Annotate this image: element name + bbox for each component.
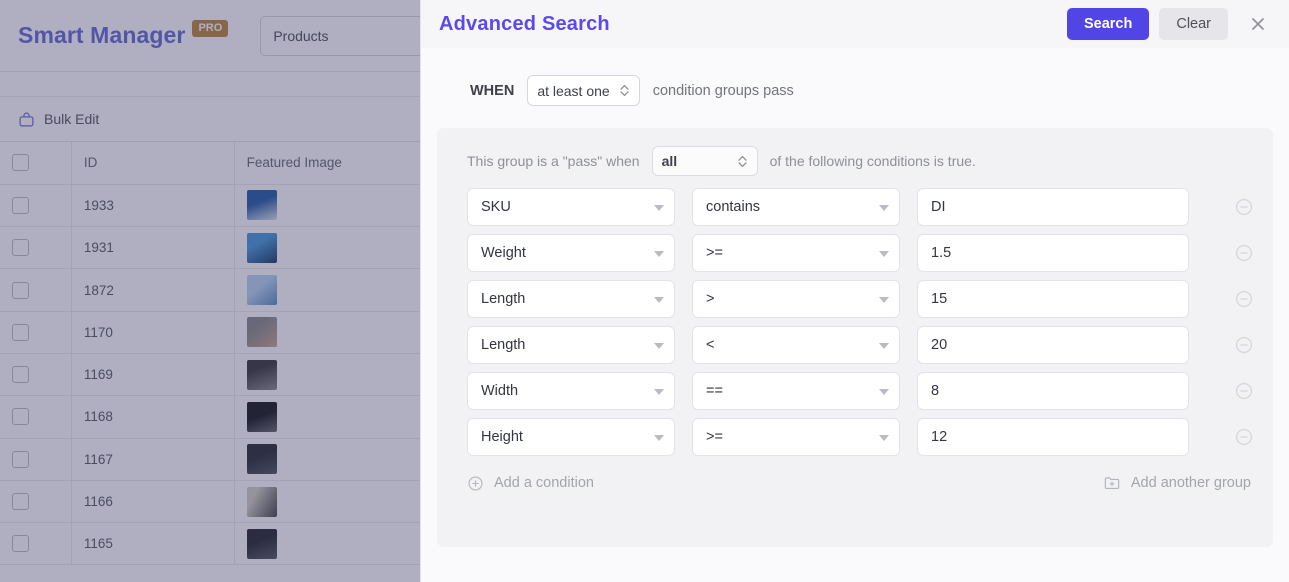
remove-condition-button[interactable]	[1233, 426, 1255, 448]
group-head: This group is a "pass" when all of the f…	[455, 146, 1255, 176]
condition-row: Length >	[455, 280, 1255, 318]
condition-operator-value: contains	[706, 199, 761, 215]
condition-field-select[interactable]: Weight	[467, 234, 675, 272]
condition-operator-value: >=	[706, 429, 723, 445]
remove-condition-button[interactable]	[1233, 242, 1255, 264]
dialog-body: WHEN at least one condition groups pass …	[421, 48, 1289, 582]
chevron-down-icon	[654, 251, 664, 257]
close-button[interactable]	[1244, 10, 1272, 38]
chevron-down-icon	[879, 205, 889, 211]
chevron-down-icon	[654, 389, 664, 395]
condition-operator-select[interactable]: ==	[692, 372, 900, 410]
condition-row: Length <	[455, 326, 1255, 364]
chevron-down-icon	[879, 297, 889, 303]
folder-plus-icon	[1104, 477, 1120, 489]
group-suffix-label: of the following conditions is true.	[769, 153, 976, 169]
add-group-button[interactable]: Add another group	[1103, 474, 1251, 492]
search-button[interactable]: Search	[1066, 8, 1150, 40]
dialog-header: Advanced Search Search Clear	[421, 0, 1289, 48]
condition-value-input[interactable]	[917, 372, 1189, 410]
chevron-down-icon	[879, 343, 889, 349]
condition-field-value: Width	[481, 383, 519, 399]
minus-circle-icon	[1235, 382, 1253, 400]
advanced-search-dialog: Advanced Search Search Clear WHEN at lea…	[420, 0, 1289, 582]
chevron-down-icon	[654, 343, 664, 349]
remove-condition-button[interactable]	[1233, 380, 1255, 402]
condition-row: SKU contains	[455, 188, 1255, 226]
add-condition-button[interactable]: Add a condition	[467, 475, 594, 492]
condition-value-input[interactable]	[917, 280, 1189, 318]
condition-field-value: Weight	[481, 245, 526, 261]
condition-operator-select[interactable]: contains	[692, 188, 900, 226]
minus-circle-icon	[1235, 290, 1253, 308]
when-label: WHEN	[470, 82, 515, 99]
condition-value-input[interactable]	[917, 234, 1189, 272]
when-match-value: at least one	[537, 82, 610, 99]
condition-operator-value: >=	[706, 245, 723, 261]
minus-circle-icon	[1235, 428, 1253, 446]
chevron-down-icon	[879, 435, 889, 441]
condition-row: Height >=	[455, 418, 1255, 456]
group-footer: Add a condition Add another group	[455, 464, 1255, 492]
condition-operator-select[interactable]: <	[692, 326, 900, 364]
condition-field-select[interactable]: Width	[467, 372, 675, 410]
chevron-updown-icon	[620, 84, 629, 97]
condition-operator-select[interactable]: >=	[692, 418, 900, 456]
condition-operator-select[interactable]: >=	[692, 234, 900, 272]
condition-value-input[interactable]	[917, 326, 1189, 364]
condition-field-value: Height	[481, 429, 523, 445]
dialog-header-actions: Search Clear	[1066, 8, 1272, 40]
when-row: WHEN at least one condition groups pass	[437, 48, 1273, 128]
condition-field-value: SKU	[481, 199, 511, 215]
group-match-value: all	[661, 153, 678, 169]
minus-circle-icon	[1235, 244, 1253, 262]
condition-operator-value: >	[706, 291, 715, 307]
condition-field-select[interactable]: Length	[467, 326, 675, 364]
condition-field-select[interactable]: SKU	[467, 188, 675, 226]
stepper-arrows-icon	[619, 83, 630, 98]
close-icon	[1251, 17, 1265, 31]
group-stepper-arrows-icon	[737, 154, 748, 169]
condition-field-value: Length	[481, 337, 526, 353]
group-prefix-label: This group is a "pass" when	[467, 153, 640, 169]
remove-condition-button[interactable]	[1233, 334, 1255, 356]
chevron-down-icon	[879, 251, 889, 257]
chevron-down-icon	[879, 389, 889, 395]
when-suffix-label: condition groups pass	[652, 82, 794, 99]
plus-circle-icon	[468, 475, 483, 491]
add-group-label: Add another group	[1130, 475, 1251, 491]
condition-rows: SKU contains Weight >= Length > Length < Width ==…	[455, 188, 1255, 456]
condition-field-select[interactable]: Height	[467, 418, 675, 456]
remove-condition-button[interactable]	[1233, 196, 1255, 218]
condition-operator-select[interactable]: >	[692, 280, 900, 318]
chevron-down-icon	[654, 435, 664, 441]
condition-operator-value: <	[706, 337, 715, 353]
chevron-updown-icon	[737, 155, 747, 167]
chevron-down-icon	[654, 205, 664, 211]
add-condition-label: Add a condition	[494, 475, 594, 491]
clear-button[interactable]: Clear	[1159, 8, 1228, 40]
condition-row: Weight >=	[455, 234, 1255, 272]
minus-circle-icon	[1235, 336, 1253, 354]
condition-value-input[interactable]	[917, 418, 1189, 456]
minus-circle-icon	[1235, 198, 1253, 216]
condition-field-select[interactable]: Length	[467, 280, 675, 318]
remove-condition-button[interactable]	[1233, 288, 1255, 310]
condition-field-value: Length	[481, 291, 526, 307]
condition-row: Width ==	[455, 372, 1255, 410]
condition-value-input[interactable]	[917, 188, 1189, 226]
page-title: Advanced Search	[439, 12, 610, 35]
chevron-down-icon	[654, 297, 664, 303]
when-match-select[interactable]: at least one	[527, 75, 640, 106]
condition-operator-value: ==	[706, 383, 723, 399]
group-match-select[interactable]: all	[651, 146, 758, 176]
condition-group-panel: This group is a "pass" when all of the f…	[437, 128, 1273, 547]
